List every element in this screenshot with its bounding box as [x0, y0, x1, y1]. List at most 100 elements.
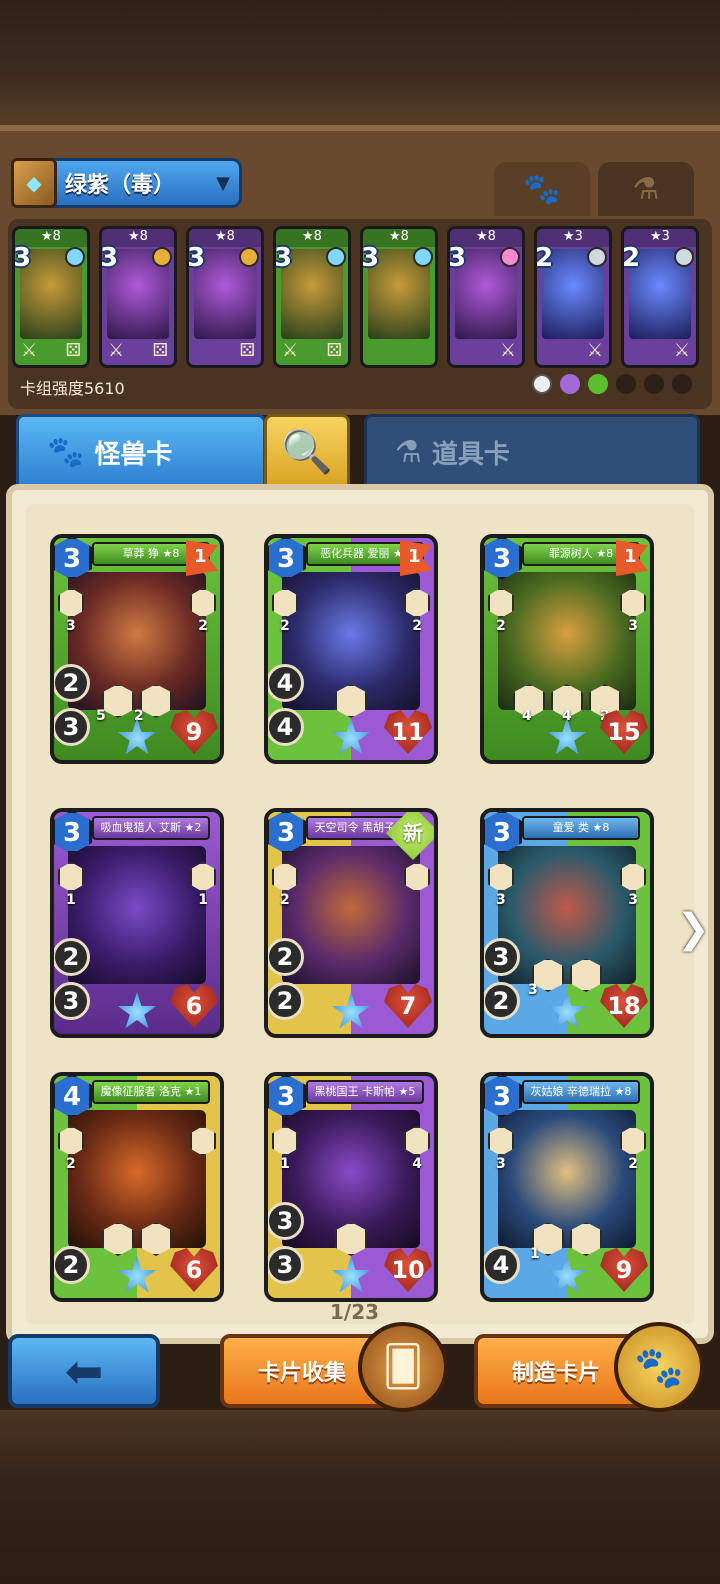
hex-num: 5 — [96, 708, 106, 724]
monster-card[interactable]: 灰姑娘 辛德瑞拉 ★8 3 3 2 1 4 9 — [480, 1072, 654, 1302]
page-indicator: 1/23 — [330, 1300, 380, 1324]
purple-gem-icon — [560, 374, 580, 394]
card-right-num: 2 — [198, 618, 208, 634]
hex-num: 3 — [528, 982, 538, 998]
card-right-num: 3 — [628, 892, 638, 908]
card-hp: 6 — [170, 984, 218, 1028]
bottom-wood-background — [0, 1410, 720, 1584]
card-left-num: 3 — [66, 618, 76, 634]
monster-card[interactable]: 吸血鬼猎人 艾斯 ★2 3 1 1 2 3 6 — [50, 808, 224, 1038]
deck-book-icon: ◆ — [11, 158, 57, 208]
deck-card[interactable]: ★8 3 ⚔ ⚄ — [12, 226, 90, 368]
search-icon: 🔍 — [280, 427, 334, 476]
deck-card-cost: 3 — [13, 243, 32, 273]
deck-selector-dropdown[interactable]: ◆ 绿紫（毒） ▼ — [11, 158, 242, 208]
deck-card[interactable]: ★3 2 ⚔ — [534, 226, 612, 368]
card-left-num: 3 — [496, 1156, 506, 1172]
green-arrow-icon — [588, 374, 608, 394]
deck-card[interactable]: ★8 3 ⚔ ⚄ — [99, 226, 177, 368]
paw-tab-icon[interactable]: 🐾 — [494, 162, 590, 216]
deck-strength: 卡组强度5610 — [20, 379, 125, 398]
dark-icon — [616, 374, 636, 394]
monster-card[interactable]: 罪源树人 ★8 3 1 2 3 4 4 2 15 — [480, 534, 654, 764]
deck-card-cost: 3 — [361, 243, 380, 273]
monster-card[interactable]: 魔像征服者 洛克 ★1 4 2 2 6 — [50, 1072, 224, 1302]
skill-hex — [570, 958, 602, 992]
sword-icon: ⚔ — [108, 340, 125, 361]
search-button[interactable]: 🔍 — [264, 414, 350, 490]
card-flag: 1 — [400, 540, 432, 576]
deck-card-cost: 3 — [100, 243, 119, 273]
dice-icon: ⚄ — [239, 340, 255, 361]
monster-card[interactable]: 天空司令 黑胡子 ★1 3 新 2 2 2 7 — [264, 808, 438, 1038]
star-emblem-icon — [331, 992, 371, 1029]
paw-icon: 🐾 — [47, 434, 85, 470]
card-speed: 3 — [54, 982, 90, 1020]
gem-icon — [500, 247, 520, 267]
potion-tab-icon[interactable]: ⚗ — [598, 162, 694, 216]
deck-card[interactable]: ★8 3 — [360, 226, 438, 368]
tab-monster-cards[interactable]: 🐾 怪兽卡 — [16, 414, 266, 490]
card-title: 黑桃国王 卡斯帕 ★5 — [306, 1080, 424, 1104]
deck-card-cost: 2 — [535, 243, 554, 273]
star-emblem-icon — [117, 1256, 157, 1293]
card-attack: 2 — [54, 938, 90, 976]
sword-icon: ⚔ — [586, 340, 603, 361]
star-emblem-icon — [331, 1256, 371, 1293]
sword-icon: ⚔ — [673, 340, 690, 361]
sword-icon: ⚔ — [282, 340, 299, 361]
monster-card[interactable]: 黑桃国王 卡斯帕 ★5 3 1 4 3 3 10 — [264, 1072, 438, 1302]
hex-num: 1 — [530, 1246, 540, 1262]
deck-card-cost: 3 — [187, 243, 206, 273]
card-album-icon[interactable]: 🂠 — [358, 1322, 448, 1412]
skill-hex — [570, 1222, 602, 1256]
card-title: 魔像征服者 洛克 ★1 — [92, 1080, 210, 1104]
card-speed: 3 — [268, 1246, 304, 1284]
card-hp: 9 — [600, 1248, 648, 1292]
skill-hex — [335, 684, 367, 718]
deck-card[interactable]: ★8 3 ⚄ — [186, 226, 264, 368]
tab-item-label: 道具卡 — [431, 439, 510, 470]
gem-icon — [326, 247, 346, 267]
card-flag: 1 — [616, 540, 648, 576]
card-left-num: 1 — [280, 1156, 290, 1172]
card-collection-label: 卡片收集 — [258, 1361, 347, 1386]
skill-hex — [140, 684, 172, 718]
star-emblem-icon — [547, 992, 587, 1029]
card-attack: 3 — [268, 1202, 304, 1240]
skill-hex — [102, 684, 134, 718]
craft-card-label: 制造卡片 — [512, 1361, 601, 1386]
sword-icon: ⚔ — [499, 340, 516, 361]
monster-card[interactable]: 恶化兵器 爱丽 ★8 3 1 2 2 4 4 11 — [264, 534, 438, 764]
dark-icon — [644, 374, 664, 394]
next-page-arrow-icon[interactable]: ❯ — [676, 906, 710, 952]
card-left-num: 1 — [66, 892, 76, 908]
card-left-num: 2 — [280, 892, 290, 908]
deck-card-cost: 2 — [622, 243, 641, 273]
dice-icon: ⚄ — [152, 340, 168, 361]
deck-name: 绿紫（毒） — [65, 173, 176, 198]
deck-element-icons — [532, 374, 692, 394]
card-speed: 3 — [54, 708, 90, 746]
monster-card[interactable]: 童爱 类 ★8 3 3 3 3 3 2 18 — [480, 808, 654, 1038]
skill-hex — [102, 1222, 134, 1256]
deck-card[interactable]: ★8 3 ⚔ — [447, 226, 525, 368]
card-left-num: 3 — [496, 892, 506, 908]
paw-jar-icon[interactable]: 🐾 — [614, 1322, 704, 1412]
card-right-num: 2 — [628, 1156, 638, 1172]
hex-num: 2 — [134, 708, 144, 724]
tab-item-cards[interactable]: ⚗ 道具卡 — [364, 414, 700, 490]
monster-card[interactable]: 草莽 狰 ★8 3 1 3 2 5 2 2 3 9 — [50, 534, 224, 764]
card-speed: 2 — [484, 982, 520, 1020]
deck-card[interactable]: ★3 2 ⚔ — [621, 226, 699, 368]
star-emblem-icon — [117, 718, 157, 755]
card-speed: 2 — [54, 1246, 90, 1284]
gem-icon — [587, 247, 607, 267]
top-wood-background — [0, 0, 720, 130]
back-button[interactable]: ⬅ — [8, 1334, 160, 1408]
card-title: 灰姑娘 辛德瑞拉 ★8 — [522, 1080, 640, 1104]
card-hp: 6 — [170, 1248, 218, 1292]
chevron-down-icon: ▼ — [216, 172, 230, 194]
deck-card[interactable]: ★8 3 ⚔ ⚄ — [273, 226, 351, 368]
hex-num: 4 — [522, 708, 532, 724]
